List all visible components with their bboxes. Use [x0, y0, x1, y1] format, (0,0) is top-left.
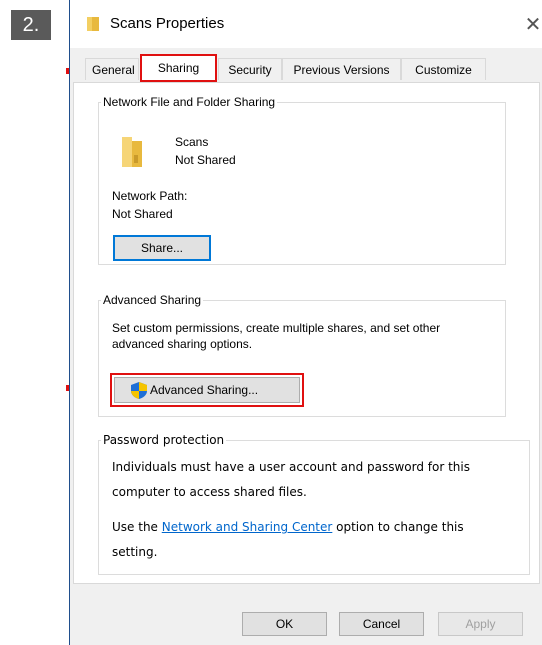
dialog-footer: OK Cancel Apply	[70, 590, 542, 645]
tab-customize[interactable]: Customize	[401, 58, 486, 80]
properties-window: Scans Properties ✕ General Sharing Secur…	[69, 0, 542, 645]
sentence-suffix: option to change this	[332, 520, 464, 534]
step-label: 2.	[11, 10, 51, 40]
ok-button[interactable]: OK	[242, 612, 327, 636]
network-center-sentence-end: setting.	[112, 545, 158, 559]
group-title: Password protection	[103, 433, 225, 447]
window-title: Scans Properties	[110, 15, 225, 32]
network-path-label: Network Path:	[112, 189, 188, 203]
password-description: Individuals must have a user account and…	[112, 460, 470, 474]
tab-sharing[interactable]: Sharing	[140, 54, 217, 82]
sharing-tab-pane: Network File and Folder Sharing Scans No…	[73, 82, 540, 584]
network-center-sentence: Use the Network and Sharing Center optio…	[112, 520, 464, 534]
advanced-sharing-description-2: advanced sharing options.	[112, 337, 253, 351]
advanced-sharing-description: Set custom permissions, create multiple …	[112, 321, 441, 335]
tab-previous-versions[interactable]: Previous Versions	[282, 58, 401, 80]
apply-button[interactable]: Apply	[438, 612, 523, 636]
group-title: Network File and Folder Sharing	[103, 95, 276, 109]
shield-icon	[131, 381, 147, 399]
folder-status: Not Shared	[175, 153, 236, 167]
network-sharing-center-link[interactable]: Network and Sharing Center	[162, 520, 333, 534]
password-description-2: computer to access shared files.	[112, 485, 307, 499]
network-path-value: Not Shared	[112, 207, 173, 221]
advanced-sharing-button[interactable]: Advanced Sharing...	[110, 373, 304, 407]
tab-general[interactable]: General	[85, 58, 139, 80]
folder-name: Scans	[175, 135, 209, 149]
title-bar[interactable]: Scans Properties ✕	[70, 0, 542, 48]
sentence-prefix: Use the	[112, 520, 162, 534]
group-title: Advanced Sharing	[103, 293, 202, 307]
cancel-button[interactable]: Cancel	[339, 612, 424, 636]
password-protection-group: Password protection	[98, 433, 530, 575]
folder-icon	[87, 17, 99, 31]
advanced-sharing-label: Advanced Sharing...	[150, 383, 259, 397]
tab-security[interactable]: Security	[218, 58, 282, 80]
close-icon[interactable]: ✕	[523, 10, 542, 38]
share-button[interactable]: Share...	[113, 235, 211, 261]
folder-icon	[122, 137, 142, 167]
